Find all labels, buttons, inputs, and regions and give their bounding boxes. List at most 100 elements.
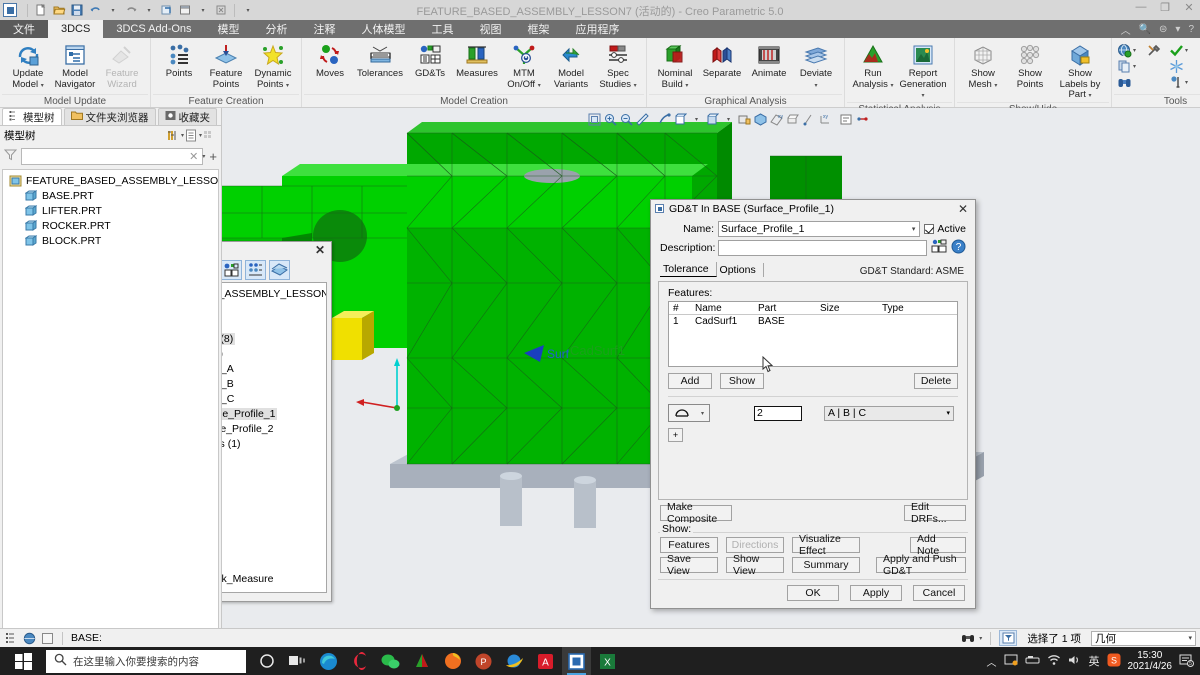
- tab-3dcs[interactable]: 3DCS: [48, 20, 104, 38]
- network-icon[interactable]: [1047, 654, 1061, 669]
- datum-points-icon[interactable]: [801, 112, 816, 127]
- tab-file[interactable]: 文件: [0, 20, 48, 38]
- tolerance-symbol-combo[interactable]: ▾: [668, 404, 710, 422]
- separate-button[interactable]: Separate: [699, 41, 745, 80]
- windows-taskbar[interactable]: 在这里输入你要搜索的内容 P A X ︿ 英 S 15:30 2021/4/26…: [0, 647, 1200, 675]
- name-combo[interactable]: Surface_Profile_1 ▾: [718, 221, 921, 237]
- chevron-down-icon[interactable]: ▾: [685, 83, 688, 89]
- selection-filter-icon[interactable]: [999, 630, 1018, 646]
- gdt-dialog[interactable]: GD&T In BASE (Surface_Profile_1) ✕ Name:…: [650, 199, 976, 609]
- binoculars-icon[interactable]: [1117, 75, 1143, 90]
- filter-settings-icon[interactable]: [166, 128, 181, 143]
- chevron-down-icon[interactable]: ▾: [286, 83, 289, 89]
- nav-row-lifter-base[interactable]: Lifter/Base: [222, 511, 326, 526]
- nominal-build-button[interactable]: Nominal Build ▾: [652, 41, 698, 91]
- copy-tool-icon[interactable]: ▾: [1117, 59, 1143, 74]
- edit-drfs-button[interactable]: Edit DRFs...: [904, 501, 966, 525]
- tab-view[interactable]: 视图: [467, 20, 515, 38]
- nav-row-gdts[interactable]: − GD&Ts (5): [222, 346, 326, 361]
- globe-status-icon[interactable]: [22, 631, 36, 645]
- search-icon[interactable]: 🔍: [1139, 24, 1151, 35]
- tab-model[interactable]: 模型: [205, 20, 253, 38]
- chevron-down-icon[interactable]: ▾: [701, 410, 704, 417]
- chevron-down-icon[interactable]: ▾: [1089, 93, 1092, 99]
- tolerances-button[interactable]: Tolerances: [354, 41, 406, 80]
- dynamic-points-button[interactable]: Dynamic Points ▾: [250, 41, 296, 91]
- close-window-icon[interactable]: [213, 2, 229, 18]
- summary-button[interactable]: Summary: [792, 557, 860, 573]
- zoom-fit-icon[interactable]: [587, 112, 602, 127]
- nav-row-lifter[interactable]: + LIFTER: [222, 451, 326, 466]
- tab-annotation[interactable]: 注释: [301, 20, 349, 38]
- nav-row-base[interactable]: − BASE: [222, 316, 326, 331]
- check-icon[interactable]: ▾: [1169, 43, 1195, 58]
- help-round-icon[interactable]: ?: [951, 239, 966, 257]
- redo-dropdown-icon[interactable]: ▾: [141, 2, 157, 18]
- tab-analysis[interactable]: 分析: [253, 20, 301, 38]
- clear-search-icon[interactable]: ✕: [189, 150, 198, 163]
- ribbon-tab-bar[interactable]: 文件 3DCS 3DCS Add-Ons 模型 分析 注释 人体模型 工具 视图…: [0, 20, 1200, 38]
- deviate-button[interactable]: Deviate ▾: [793, 41, 839, 91]
- display-settings-icon[interactable]: [184, 128, 199, 143]
- task-view-icon[interactable]: [283, 647, 312, 675]
- datum-reference-combo[interactable]: A | B | C ▾: [824, 405, 954, 421]
- tools-grid[interactable]: ▾ ▾ ▾ ?: [1117, 41, 1200, 90]
- gdt-filter-icon[interactable]: [222, 260, 243, 280]
- checkbox-box[interactable]: [924, 224, 935, 234]
- chevron-down-icon[interactable]: ▾: [634, 83, 637, 89]
- chevron-down-icon[interactable]: ▾: [946, 409, 950, 417]
- nav-row-features[interactable]: + Features (8): [222, 331, 326, 346]
- close-icon[interactable]: ✕: [955, 202, 971, 216]
- viewport-toolbar[interactable]: ▾ ▾ xy xy: [587, 112, 870, 127]
- undo-dropdown-icon[interactable]: ▾: [105, 2, 121, 18]
- share-icon[interactable]: [407, 647, 436, 675]
- taskbar-clock[interactable]: 15:30 2021/4/26: [1128, 650, 1173, 672]
- feature-control-frame[interactable]: ▾ A | B | C ▾: [668, 404, 958, 422]
- taskbar-buttons[interactable]: P A X: [252, 647, 622, 675]
- tree-row-block[interactable]: BLOCK.PRT: [3, 233, 218, 248]
- ribbon-right-controls[interactable]: ︿ 🔍 ⊜ ▾ ?: [1121, 20, 1200, 38]
- tab-options[interactable]: Options: [717, 263, 764, 277]
- animate-button[interactable]: Animate: [746, 41, 792, 80]
- selection-filter-combo[interactable]: 几何 ▾: [1091, 630, 1196, 646]
- gdt-tool-icon[interactable]: [931, 239, 947, 257]
- datum-planes-icon[interactable]: xy: [769, 112, 784, 127]
- binoculars-status-icon[interactable]: [961, 631, 975, 645]
- edge-icon[interactable]: [314, 647, 343, 675]
- visualize-effect-button[interactable]: Visualize Effect: [792, 533, 860, 557]
- tab-tolerance[interactable]: Tolerance: [660, 262, 717, 277]
- save-icon[interactable]: [69, 2, 85, 18]
- nav-row-moves[interactable]: − Moves (3): [222, 496, 326, 511]
- spec-studies-button[interactable]: Spec Studies ▾: [595, 41, 641, 91]
- quick-access-toolbar[interactable]: ▾ ▾ ▾ ▾: [21, 2, 256, 18]
- globe-tool-icon[interactable]: ▾: [1117, 43, 1143, 58]
- volume-icon[interactable]: [1068, 654, 1082, 669]
- nav-row-block[interactable]: + BLOCK: [222, 481, 326, 496]
- report-generation-button[interactable]: Report Generation ▾: [897, 41, 949, 102]
- annotations-icon[interactable]: [839, 112, 854, 127]
- onedrive-icon[interactable]: [1004, 653, 1018, 669]
- tree-row-assembly[interactable]: FEATURE_BASED_ASSEMBLY_LESSON7.ASM: [3, 173, 218, 188]
- nav-row-surface-profile-1[interactable]: Surface_Profile_1: [222, 406, 326, 421]
- window-controls[interactable]: — ❐ ✕: [1134, 1, 1196, 14]
- chevron-up-icon[interactable]: ︿: [1121, 22, 1131, 37]
- restore-button[interactable]: ❐: [1158, 1, 1172, 14]
- saved-views-icon[interactable]: [737, 112, 752, 127]
- update-model-button[interactable]: Update Model ▾: [5, 41, 51, 91]
- ok-button[interactable]: OK: [787, 585, 839, 601]
- add-fcf-row-button[interactable]: +: [668, 428, 683, 442]
- acrobat-icon[interactable]: A: [531, 647, 560, 675]
- system-tray[interactable]: ︿ 英 S 15:30 2021/4/26 5: [987, 650, 1200, 672]
- apply-and-push-gdt-button[interactable]: Apply and Push GD&T: [876, 553, 966, 577]
- nav-row-block-base[interactable]: Block/Base: [222, 541, 326, 556]
- tree-row-lifter[interactable]: LIFTER.PRT: [3, 203, 218, 218]
- firefox-icon[interactable]: [438, 647, 467, 675]
- chevron-down-icon[interactable]: ▾: [1188, 634, 1192, 642]
- description-input[interactable]: [718, 240, 927, 256]
- nav-row-rocker[interactable]: + ROCKER: [222, 466, 326, 481]
- features-filter-icon[interactable]: [245, 260, 267, 280]
- model-tree-filter[interactable]: ✕ ▾ +: [0, 145, 221, 167]
- model-navigator-window[interactable]: 3DCS Model Navigator ✕ Show:: [222, 241, 332, 602]
- customize-qat-icon[interactable]: ▾: [240, 2, 256, 18]
- wechat-icon[interactable]: [376, 647, 405, 675]
